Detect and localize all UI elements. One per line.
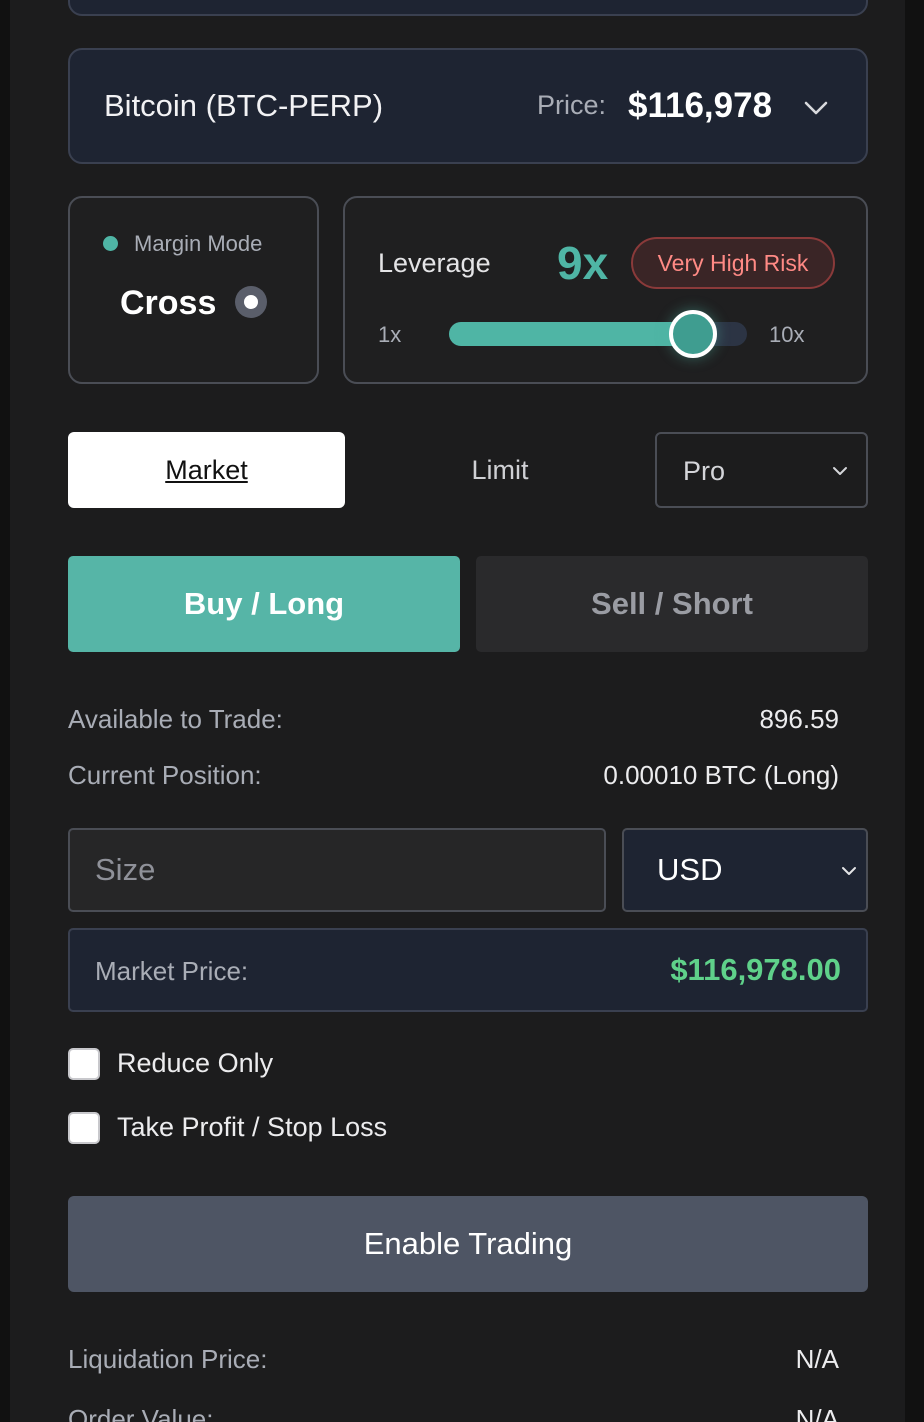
price-value: $116,978 xyxy=(628,86,773,125)
enable-trading-button[interactable]: Enable Trading xyxy=(68,1196,868,1292)
risk-badge: Very High Risk xyxy=(631,237,835,289)
trade-panel: Bitcoin (BTC-PERP) Price: $116,978 Margi… xyxy=(10,0,905,1422)
available-value: 896.59 xyxy=(759,704,839,734)
tab-pro-dropdown[interactable]: Pro xyxy=(655,432,868,508)
market-selector[interactable]: Bitcoin (BTC-PERP) Price: $116,978 xyxy=(68,48,868,164)
tp-sl-checkbox[interactable] xyxy=(68,1112,100,1144)
radio-dot-icon xyxy=(244,295,258,309)
unit-select[interactable]: USD xyxy=(622,828,868,912)
order-value-value: N/A xyxy=(795,1404,839,1422)
leverage-slider[interactable] xyxy=(449,310,747,358)
status-dot-icon xyxy=(103,236,118,251)
tab-market[interactable]: Market xyxy=(68,432,345,508)
cross-radio[interactable] xyxy=(235,286,267,318)
leverage-max-label: 10x xyxy=(769,322,805,347)
size-input[interactable] xyxy=(68,828,606,912)
market-name: Bitcoin (BTC-PERP) xyxy=(104,88,384,123)
margin-mode-value: Cross xyxy=(120,284,217,322)
margin-mode-card[interactable]: Margin Mode Cross xyxy=(68,196,319,384)
leverage-value: 9x xyxy=(557,237,609,289)
market-price-box: Market Price: $116,978.00 xyxy=(68,928,868,1012)
top-card xyxy=(68,0,868,16)
leverage-slider-fill xyxy=(449,322,693,346)
leverage-slider-thumb[interactable] xyxy=(669,310,717,358)
leverage-label: Leverage xyxy=(378,248,491,278)
tab-pro-label: Pro xyxy=(683,456,726,486)
available-label: Available to Trade: xyxy=(68,704,283,734)
reduce-only-checkbox[interactable] xyxy=(68,1048,100,1080)
position-label: Current Position: xyxy=(68,760,262,790)
price-label: Price: xyxy=(537,90,607,120)
liquidation-label: Liquidation Price: xyxy=(68,1344,268,1374)
sell-short-button[interactable]: Sell / Short xyxy=(476,556,868,652)
market-price-value: $116,978.00 xyxy=(670,952,841,987)
buy-long-button[interactable]: Buy / Long xyxy=(68,556,460,652)
order-value-label: Order Value: xyxy=(68,1404,214,1422)
chevron-down-icon xyxy=(833,467,847,475)
liquidation-value: N/A xyxy=(795,1344,839,1374)
leverage-min-label: 1x xyxy=(378,322,402,347)
market-price-label: Market Price: xyxy=(95,956,249,986)
position-value: 0.00010 BTC (Long) xyxy=(603,760,839,790)
tp-sl-label[interactable]: Take Profit / Stop Loss xyxy=(117,1112,387,1143)
reduce-only-label[interactable]: Reduce Only xyxy=(117,1048,273,1079)
chevron-down-icon xyxy=(842,867,856,875)
tab-limit[interactable]: Limit xyxy=(430,432,570,508)
margin-mode-label: Margin Mode xyxy=(134,231,263,256)
leverage-card: Leverage 9x Very High Risk 1x 10x xyxy=(343,196,868,384)
chevron-down-icon[interactable] xyxy=(802,94,830,122)
unit-label: USD xyxy=(657,852,723,887)
